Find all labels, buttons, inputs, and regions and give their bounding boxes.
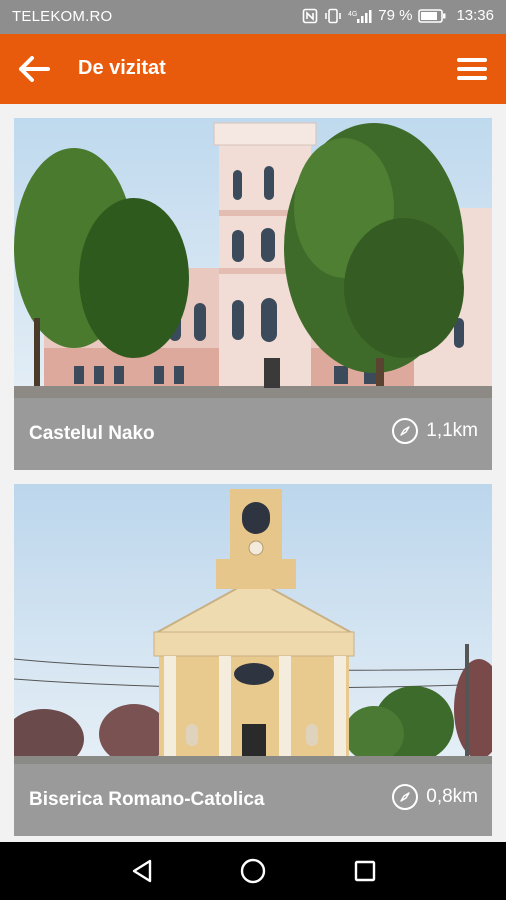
- battery-percent: 79 %: [378, 7, 413, 24]
- nfc-icon: [302, 8, 318, 24]
- arrow-left-icon: [19, 56, 50, 82]
- battery-icon: [418, 8, 446, 23]
- nav-back-triangle-icon: [132, 859, 152, 883]
- back-button[interactable]: [12, 49, 56, 89]
- page-title: De vizitat: [78, 57, 166, 79]
- vibrate-icon: [324, 8, 342, 24]
- place-name: Biserica Romano-Catolica: [29, 789, 265, 810]
- nav-home-button[interactable]: [236, 856, 270, 886]
- card-footer: Castelul Nako 1,1km: [14, 398, 492, 470]
- places-list[interactable]: Castelul Nako 1,1km Biserica Romano-Cato…: [0, 104, 506, 842]
- place-photo: [14, 118, 492, 398]
- signal-label: 4G: [348, 11, 357, 18]
- nav-recents-button[interactable]: [348, 856, 382, 886]
- distance-indicator: 1,1km: [392, 418, 478, 444]
- clock: 13:36: [456, 7, 494, 24]
- carrier-label: TELEKOM.RO: [12, 8, 113, 25]
- nav-home-circle-icon: [240, 858, 266, 884]
- place-card-castelul-nako[interactable]: Castelul Nako 1,1km: [14, 118, 492, 470]
- menu-button[interactable]: [450, 49, 494, 89]
- distance-value: 1,1km: [426, 420, 478, 441]
- hamburger-menu-icon: [457, 58, 487, 80]
- card-footer: Biserica Romano-Catolica 0,8km: [14, 764, 492, 836]
- status-icons: 4G 79 % 13:36: [302, 7, 494, 24]
- app-bar: De vizitat: [0, 34, 506, 104]
- nav-recents-square-icon: [354, 860, 376, 882]
- system-nav-bar: [0, 842, 506, 900]
- distance-value: 0,8km: [426, 786, 478, 807]
- place-card-biserica-romano-catolica[interactable]: Biserica Romano-Catolica 0,8km: [14, 484, 492, 836]
- compass-icon: [392, 418, 419, 444]
- nav-back-button[interactable]: [125, 856, 159, 886]
- signal-icon: 4G: [348, 8, 372, 24]
- place-photo: [14, 484, 492, 764]
- place-name: Castelul Nako: [29, 423, 155, 444]
- compass-icon: [392, 784, 419, 810]
- distance-indicator: 0,8km: [392, 784, 478, 810]
- status-bar: TELEKOM.RO 4G 79 % 13:36: [0, 0, 506, 34]
